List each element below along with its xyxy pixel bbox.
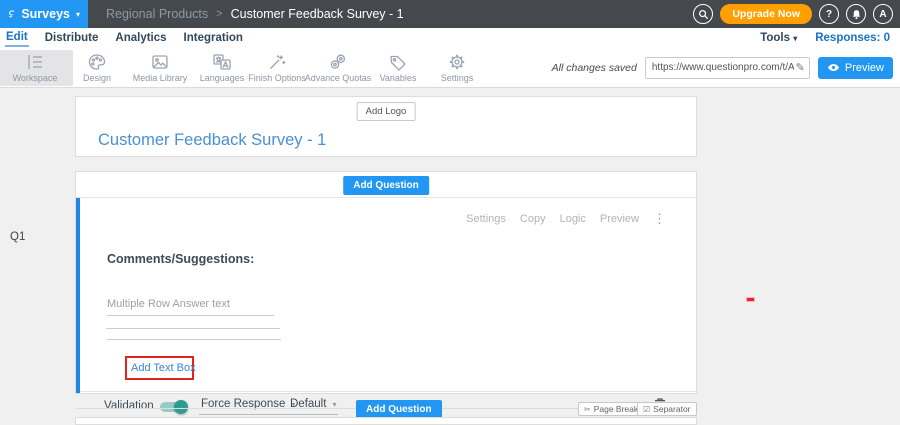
help-button[interactable]: ? [819, 4, 839, 24]
toolbar-right: All changes saved https://www.questionpr… [552, 48, 893, 87]
media-image-icon [150, 53, 170, 71]
quota-links-icon [328, 53, 348, 71]
toggle-knob [174, 400, 188, 414]
main-nav: Edit Distribute Analytics Integration To… [0, 28, 900, 48]
user-avatar[interactable]: A [873, 4, 893, 24]
toolbar-item-settings[interactable]: Settings [419, 50, 495, 86]
tag-icon [388, 53, 408, 71]
header-actions: Upgrade Now ? A [693, 4, 900, 24]
responses-count-link[interactable]: Responses: 0 [815, 32, 890, 44]
upgrade-now-button[interactable]: Upgrade Now [720, 4, 812, 24]
question-text[interactable]: Comments/Suggestions: [107, 252, 254, 266]
answer-row-3[interactable] [107, 325, 281, 340]
question-preview-link[interactable]: Preview [600, 213, 639, 225]
add-question-strip: Add Question [76, 172, 696, 198]
question-number: Q1 [10, 231, 25, 243]
top-header: Surveys ▾ Regional Products > Customer F… [0, 0, 900, 28]
question-block: Settings Copy Logic Preview ⋮ Comments/S… [76, 198, 696, 393]
notifications-button[interactable] [846, 4, 866, 24]
search-icon [698, 9, 709, 20]
questionpro-survey-editor: Surveys ▾ Regional Products > Customer F… [0, 0, 900, 425]
breadcrumb-separator: > [216, 8, 222, 20]
separator-button[interactable]: ☑ Separator [637, 402, 697, 416]
page-break-button[interactable]: ✂ Page Break [578, 402, 644, 416]
survey-title[interactable]: Customer Feedback Survey - 1 [98, 131, 326, 150]
survey-url-text: https://www.questionpro.com/t/APNrFZ [652, 62, 794, 73]
product-name: Surveys [21, 7, 70, 21]
nav-tab-integration[interactable]: Integration [183, 30, 244, 46]
nav-tab-edit[interactable]: Edit [5, 29, 29, 47]
tools-menu[interactable]: Tools ▾ [760, 32, 797, 44]
validation-label: Validation [104, 400, 154, 412]
questionpro-logo-icon [8, 6, 15, 22]
nav-tab-analytics[interactable]: Analytics [114, 30, 167, 46]
search-button[interactable] [693, 4, 713, 24]
default-validation-dropdown[interactable]: Default ▾ [288, 398, 338, 415]
design-palette-icon [87, 53, 107, 71]
validation-toggle[interactable] [160, 401, 188, 413]
breadcrumb: Regional Products > Customer Feedback Su… [106, 7, 404, 21]
nav-right: Tools ▾ Responses: 0 [760, 32, 900, 44]
edit-toolbar: Workspace Design Media Library [0, 48, 900, 88]
add-question-button-top[interactable]: Add Question [343, 176, 429, 195]
next-section-card [75, 417, 697, 425]
translate-icon [212, 53, 232, 71]
question-settings-link[interactable]: Settings [466, 213, 506, 225]
survey-url-field[interactable]: https://www.questionpro.com/t/APNrFZ ✎ [645, 57, 810, 79]
checkbox-icon: ☑ [643, 405, 650, 414]
question-logic-link[interactable]: Logic [560, 213, 586, 225]
gear-icon [447, 53, 467, 71]
add-logo-button[interactable]: Add Logo [357, 102, 416, 121]
breadcrumb-folder-link[interactable]: Regional Products [106, 7, 208, 21]
chevron-down-icon: ▾ [793, 34, 797, 43]
edit-url-pencil-icon[interactable]: ✎ [796, 61, 805, 74]
question-card: Add Question Settings Copy Logic Preview… [75, 171, 697, 394]
bell-icon [851, 9, 862, 20]
surveys-product-menu[interactable]: Surveys ▾ [0, 0, 88, 28]
workspace-icon [25, 53, 45, 71]
question-actions: Settings Copy Logic Preview ⋮ [466, 211, 666, 227]
nav-tab-distribute[interactable]: Distribute [44, 30, 100, 46]
chevron-down-icon: ▾ [76, 10, 80, 19]
question-copy-link[interactable]: Copy [520, 213, 546, 225]
autosave-status: All changes saved [552, 62, 637, 74]
breadcrumb-survey-name: Customer Feedback Survey - 1 [231, 7, 404, 21]
force-response-dropdown[interactable]: Force Response ▾ [199, 398, 297, 415]
magic-wand-icon [267, 53, 287, 71]
annotation-red-dash [746, 297, 755, 302]
question-more-menu-icon[interactable]: ⋮ [653, 211, 666, 227]
preview-button[interactable]: Preview [818, 57, 893, 79]
scissors-icon: ✂ [584, 405, 591, 414]
eye-icon [827, 63, 840, 72]
add-text-box-link[interactable]: Add Text Box [131, 362, 196, 374]
survey-header-card: Add Logo Customer Feedback Survey - 1 [75, 96, 697, 157]
